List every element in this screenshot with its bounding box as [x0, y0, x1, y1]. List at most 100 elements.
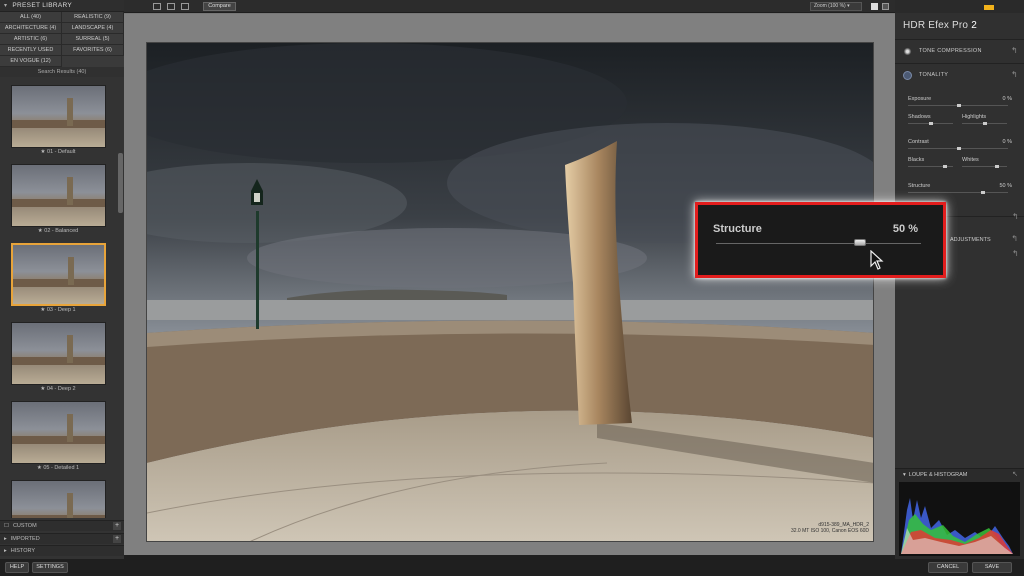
preset-label: ★ 05 - Detailed 1 [36, 465, 80, 471]
preset-thumbnail[interactable]: ★ 02 - Balanced [9, 162, 107, 241]
image-canvas[interactable]: d915-389_MA_HDR_2 32.0 MT ISO 100, Canon… [124, 14, 895, 555]
category-button[interactable]: SURREAL (5) [62, 34, 124, 45]
callout-structure-knob[interactable] [853, 239, 866, 246]
preview-toolbar: Compare Zoom (100 %) ▾ [124, 0, 895, 13]
history-fold-icon: ▸ [4, 548, 7, 554]
reset-arrow-icon[interactable]: ↰ [1011, 234, 1018, 243]
preset-preview-image [11, 85, 106, 148]
exposure-knob[interactable] [957, 104, 961, 107]
tone-compression-section[interactable]: TONE COMPRESSION ↰ [895, 39, 1024, 63]
whites-label: Whites [962, 157, 979, 163]
preview-post [67, 177, 73, 205]
tonality-icon [903, 71, 912, 80]
preview-post [67, 493, 73, 518]
preset-preview-image [11, 164, 106, 227]
preview-wall [12, 199, 105, 207]
preset-preview-image [11, 401, 106, 464]
structure-value: 50 % [999, 183, 1012, 189]
category-button[interactable]: EN VOGUE (12) [0, 56, 62, 67]
hdr-photo: d915-389_MA_HDR_2 32.0 MT ISO 100, Canon… [146, 42, 874, 542]
tonality-section[interactable]: TONALITY ↰ [895, 63, 1024, 87]
pin-icon[interactable]: ↖ [1012, 470, 1018, 478]
compare-button[interactable]: Compare [203, 2, 236, 11]
preview-wall [13, 279, 104, 287]
history-fold-label: HISTORY [10, 548, 36, 554]
preview-wall [12, 436, 105, 444]
category-button[interactable]: RECENTLY USED [0, 45, 62, 56]
callout-structure-value: 50 % [892, 223, 918, 235]
structure-knob[interactable] [981, 191, 985, 194]
preset-thumbnail[interactable]: ★ 01 - Default [9, 83, 107, 162]
search-results-label: Search Results (40) [0, 67, 124, 77]
structure-label: Structure [908, 183, 931, 189]
image-metadata: 32.0 MT ISO 100, Canon EOS 60D [790, 528, 869, 534]
preset-library-header[interactable]: ▾ PRESET LIBRARY [0, 0, 124, 12]
category-button[interactable]: ARTISTIC (6) [0, 34, 62, 45]
save-button[interactable]: SAVE [972, 562, 1012, 573]
preset-thumbnail[interactable]: ★ 04 - Deep 2 [9, 320, 107, 399]
cancel-button[interactable]: CANCEL [928, 562, 968, 573]
preset-thumbnail[interactable]: ★ 03 - Deep 1 [9, 241, 107, 320]
tone-compression-label: TONE COMPRESSION [919, 48, 982, 54]
tonality-label: TONALITY [919, 72, 949, 78]
preset-thumbnail[interactable] [9, 478, 107, 518]
reset-arrow-icon[interactable]: ↰ [1011, 46, 1018, 55]
right-top-bar [895, 0, 1024, 13]
category-button[interactable]: ARCHITECTURE (4) [0, 23, 62, 34]
highlights-label: Highlights [962, 114, 987, 120]
whites-slider[interactable] [962, 166, 1007, 167]
reset-arrow-icon[interactable]: ↰ [1011, 70, 1018, 79]
custom-fold-label: CUSTOM [12, 523, 37, 529]
add-custom-icon[interactable]: + [113, 522, 121, 530]
callout-structure-slider[interactable] [716, 243, 921, 244]
imported-fold[interactable]: ▸ IMPORTED + [0, 533, 124, 544]
collapse-icon: ▾ [4, 3, 8, 9]
loupe-histogram-header[interactable]: ▾ LOUPE & HISTOGRAM ↖ [895, 469, 1024, 480]
contrast-knob[interactable] [957, 147, 961, 150]
histogram [899, 482, 1020, 556]
exposure-value: 0 % [1002, 96, 1012, 102]
blacks-knob[interactable] [943, 165, 947, 168]
custom-fold[interactable]: ☐ CUSTOM + [0, 520, 124, 531]
preview-post [67, 98, 73, 126]
shadows-knob[interactable] [929, 122, 933, 125]
contrast-label: Contrast [908, 139, 929, 145]
reset-arrow-icon[interactable]: ↰ [1012, 249, 1019, 258]
preset-library-panel: ▾ PRESET LIBRARY ALL (40) REALISTIC (9) AR… [0, 0, 124, 576]
preset-thumbnail[interactable]: ★ 05 - Detailed 1 [9, 399, 107, 478]
help-button[interactable]: HELP [5, 562, 29, 573]
brand-logo-icon [984, 5, 994, 10]
structure-slider[interactable] [908, 192, 1008, 193]
highlights-knob[interactable] [983, 122, 987, 125]
tonality-controls: Exposure 0 % Shadows Highlights Contrast… [895, 92, 1024, 202]
app-name: HDR Efex Pro [903, 20, 969, 31]
category-button[interactable]: ALL (40) [0, 12, 62, 23]
loupe-histogram-panel: ▾ LOUPE & HISTOGRAM ↖ [895, 468, 1024, 559]
preset-preview-image [11, 480, 106, 518]
structure-zoom-callout: Structure 50 % [695, 202, 946, 278]
preset-label: ★ 04 - Deep 2 [40, 386, 76, 392]
contrast-value: 0 % [1002, 139, 1012, 145]
reset-arrow-icon[interactable]: ↰ [1012, 212, 1019, 221]
whites-knob[interactable] [995, 165, 999, 168]
shadows-label: Shadows [908, 114, 931, 120]
custom-fold-icon: ☐ [4, 523, 9, 529]
category-button[interactable]: FAVORITES (6) [62, 45, 124, 56]
imported-fold-label: IMPORTED [10, 536, 40, 542]
background-color-icon[interactable] [871, 3, 878, 10]
blacks-label: Blacks [908, 157, 925, 163]
zoom-select[interactable]: Zoom (100 %) ▾ [810, 2, 862, 11]
side-by-side-icon[interactable] [181, 3, 189, 10]
split-view-icon[interactable] [167, 3, 175, 10]
imported-fold-icon: ▸ [4, 536, 7, 542]
category-button[interactable]: REALISTIC (9) [62, 12, 124, 23]
loupe-toggle-icon[interactable] [882, 3, 889, 10]
single-view-icon[interactable] [153, 3, 161, 10]
history-fold[interactable]: ▸ HISTORY [0, 545, 124, 556]
category-button[interactable]: LANDSCAPE (4) [62, 23, 124, 34]
add-imported-icon[interactable]: + [113, 535, 121, 543]
preset-list-scrollbar[interactable] [118, 153, 123, 213]
preview-wall [12, 357, 105, 365]
preset-preview-image [11, 243, 106, 306]
settings-button[interactable]: SETTINGS [32, 562, 68, 573]
